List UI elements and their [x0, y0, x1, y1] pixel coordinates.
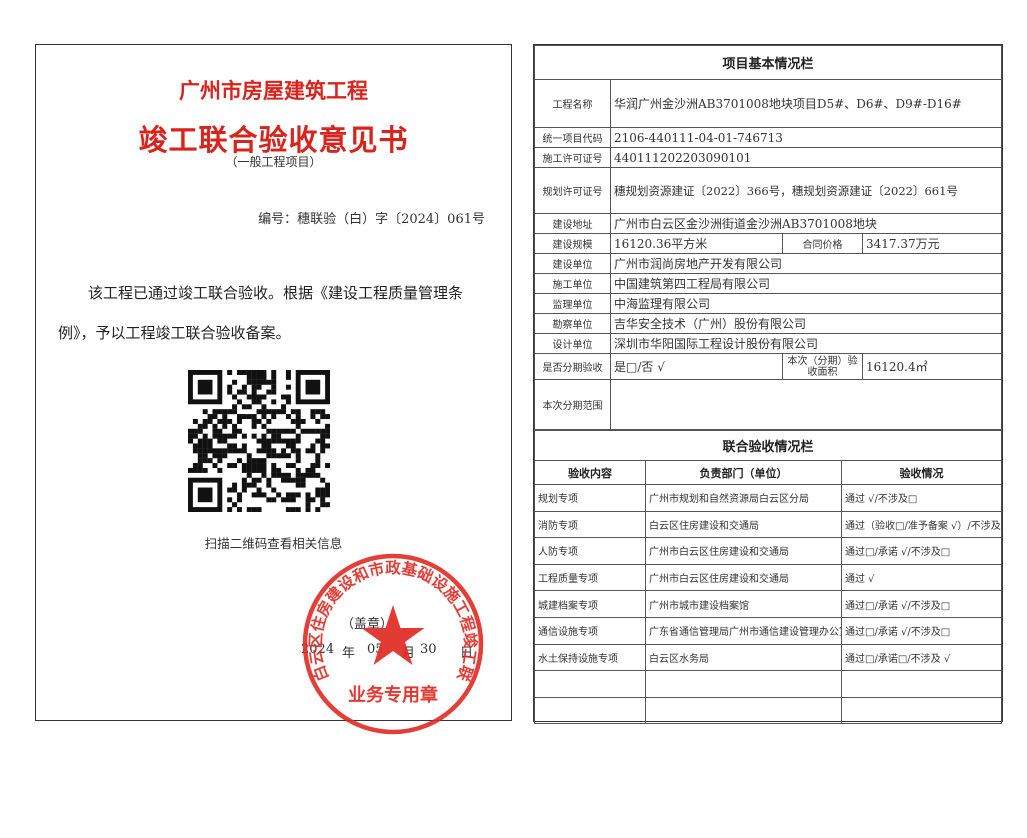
- acceptance-dept: 广州市城市建设档案馆: [645, 590, 842, 618]
- construction-permit-value: 440111202203090101: [610, 147, 1002, 168]
- project-info-table: 项目基本情况栏 工程名称 华润广州金沙洲AB3701008地块项目D5#、D6#…: [534, 45, 1002, 430]
- phase-area-value: 16120.4㎡: [862, 353, 1002, 380]
- contract-price-label: 合同价格: [782, 233, 863, 254]
- supervisor-label: 监理单位: [534, 293, 611, 314]
- phase-scope-value: [610, 379, 1002, 430]
- designer-label: 设计单位: [534, 333, 611, 354]
- surveyor-label: 勘察单位: [534, 313, 611, 334]
- acceptance-row: 通信设施专项 广东省通信管理局广州市通信建设管理办公室 通过□/承诺 √/不涉及□: [534, 616, 1002, 645]
- acceptance-row: 人防专项 广州市白云区住房建设和交通局 通过□/承诺 √/不涉及□: [534, 537, 1002, 565]
- acceptance-status: [841, 670, 1002, 698]
- acceptance-item: [534, 696, 646, 725]
- phased-acceptance-value: 是□/否 √: [610, 353, 783, 380]
- acceptance-row: [534, 696, 1002, 725]
- supervisor-value: 中海监理有限公司: [610, 293, 1002, 314]
- phased-acceptance-label: 是否分期验收: [534, 353, 611, 380]
- acceptance-status: 通过（验收□/准予备案 √）/不涉及□: [841, 510, 1002, 539]
- acceptance-item: 城建档案专项: [534, 590, 646, 618]
- project-info-panel: 项目基本情况栏 工程名称 华润广州金沙洲AB3701008地块项目D5#、D6#…: [533, 44, 1003, 725]
- acceptance-status: 通过 √/不涉及□: [841, 484, 1002, 512]
- acceptance-dept: 白云区住房建设和交通局: [645, 510, 842, 539]
- phase-area-label: 本次（分期）验收面积: [782, 353, 863, 380]
- certificate-panel: 广州市房屋建筑工程 竣工联合验收意见书 （一般工程项目） 编号：穗联验（白）字〔…: [35, 44, 512, 735]
- contractor-label: 施工单位: [534, 273, 611, 294]
- acceptance-row: 城建档案专项 广州市城市建设档案馆 通过□/承诺 √/不涉及□: [534, 590, 1002, 618]
- acceptance-row: 消防专项 白云区住房建设和交通局 通过（验收□/准予备案 √）/不涉及□: [534, 510, 1002, 539]
- qr-code[interactable]: [188, 370, 330, 512]
- seal-bottom-text: 业务专用章: [348, 684, 438, 706]
- project-code-label: 统一项目代码: [534, 127, 611, 148]
- acceptance-status: 通过□/承诺 √/不涉及□: [841, 537, 1002, 565]
- acceptance-item: [534, 670, 646, 698]
- official-seal: 广州市白云区住房建设和市政基础设施工程竣工联合验收 业务专用章: [299, 550, 484, 735]
- scale-value: 16120.36平方米: [610, 233, 783, 254]
- project-code-value: 2106-440111-04-01-746713: [610, 127, 1002, 148]
- acceptance-row: 工程质量专项 广州市白云区住房建设和交通局 通过 √: [534, 563, 1002, 592]
- acceptance-header-status: 验收情况: [841, 460, 1002, 485]
- acceptance-status: 通过□/承诺 √/不涉及□: [841, 590, 1002, 618]
- acceptance-status: 通过□/承诺 √/不涉及□: [841, 616, 1002, 645]
- designer-value: 深圳市华阳国际工程设计股份有限公司: [610, 333, 1002, 354]
- project-name-value: 华润广州金沙洲AB3701008地块项目D5#、D6#、D9#-D16#: [610, 79, 1002, 128]
- acceptance-section-title: 联合验收情况栏: [534, 430, 1002, 461]
- construction-permit-label: 施工许可证号: [534, 147, 611, 168]
- scale-label: 建设规模: [534, 233, 611, 254]
- acceptance-status: [841, 696, 1002, 725]
- surveyor-value: 吉华安全技术（广州）股份有限公司: [610, 313, 1002, 334]
- seal-star-icon: [361, 605, 425, 665]
- contract-price-value: 3417.37万元: [862, 233, 1002, 254]
- certificate-body-text: 该工程已通过竣工联合验收。根据《建设工程质量管理条例》，予以工程竣工联合验收备案…: [58, 284, 464, 342]
- acceptance-item: 规划专项: [534, 484, 646, 512]
- builder-label: 建设单位: [534, 253, 611, 274]
- certificate-subtitle: （一般工程项目）: [225, 155, 322, 169]
- acceptance-dept: [645, 696, 842, 725]
- acceptance-header-dept: 负责部门（单位）: [645, 460, 842, 485]
- acceptance-item: 水土保持设施专项: [534, 643, 646, 672]
- acceptance-header-item: 验收内容: [534, 460, 646, 485]
- address-value: 广州市白云区金沙洲街道金沙洲AB3701008地块: [610, 213, 1002, 234]
- acceptance-row: 水土保持设施专项 白云区水务局 通过□/承诺□/不涉及 √: [534, 643, 1002, 672]
- acceptance-dept: 广州市白云区住房建设和交通局: [645, 563, 842, 592]
- contractor-value: 中国建筑第四工程局有限公司: [610, 273, 1002, 294]
- acceptance-dept: 广东省通信管理局广州市通信建设管理办公室: [645, 616, 842, 645]
- acceptance-item: 消防专项: [534, 510, 646, 539]
- project-name-label: 工程名称: [534, 79, 611, 128]
- address-label: 建设地址: [534, 213, 611, 234]
- acceptance-dept: 广州市规划和自然资源局白云区分局: [645, 484, 842, 512]
- acceptance-item: 通信设施专项: [534, 616, 646, 645]
- phase-scope-label: 本次分期范围: [534, 379, 611, 430]
- planning-permit-label: 规划许可证号: [534, 167, 611, 214]
- acceptance-row: [534, 670, 1002, 698]
- acceptance-row: 规划专项 广州市规划和自然资源局白云区分局 通过 √/不涉及□: [534, 484, 1002, 512]
- acceptance-status: 通过□/承诺□/不涉及 √: [841, 643, 1002, 672]
- acceptance-status: 通过 √: [841, 563, 1002, 592]
- acceptance-dept: 广州市白云区住房建设和交通局: [645, 537, 842, 565]
- builder-value: 广州市润尚房地产开发有限公司: [610, 253, 1002, 274]
- acceptance-dept: 白云区水务局: [645, 643, 842, 672]
- acceptance-table: 联合验收情况栏 验收内容 负责部门（单位） 验收情况 规划专项 广州市规划和自然资…: [534, 430, 1002, 725]
- project-info-section-title: 项目基本情况栏: [534, 45, 1002, 80]
- planning-permit-value: 穗规划资源建证〔2022〕366号，穗规划资源建证〔2022〕661号: [610, 167, 1002, 214]
- document-number: 编号：穗联验（白）字〔2024〕061号: [258, 212, 485, 227]
- acceptance-item: 人防专项: [534, 537, 646, 565]
- acceptance-dept: [645, 670, 842, 698]
- certificate-title-line1: 广州市房屋建筑工程: [179, 79, 368, 103]
- acceptance-item: 工程质量专项: [534, 563, 646, 592]
